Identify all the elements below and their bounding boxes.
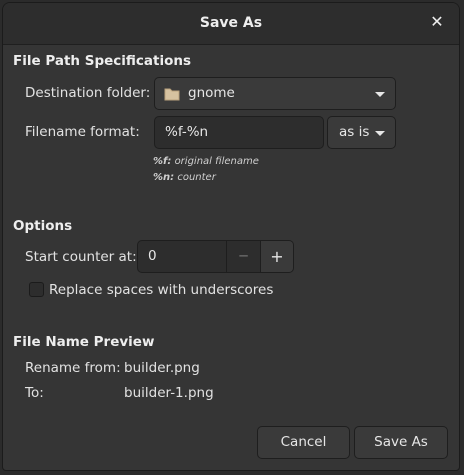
start-counter-value[interactable]: 0 xyxy=(148,248,157,264)
case-value: as is xyxy=(339,124,370,140)
start-counter-label: Start counter at: xyxy=(25,249,137,265)
rename-from-value: builder.png xyxy=(124,360,200,376)
save-as-dialog: Save As ✕ File Path Specifications Desti… xyxy=(2,2,460,471)
case-dropdown[interactable]: as is xyxy=(327,116,396,149)
to-label: To: xyxy=(25,385,44,401)
hint-counter: %n: counter xyxy=(153,172,216,183)
to-value: builder-1.png xyxy=(124,385,214,401)
start-counter-spinbutton: 0 − + xyxy=(137,240,294,273)
hint-original-filename: %f: original filename xyxy=(153,156,259,167)
destination-folder-value: gnome xyxy=(188,85,235,101)
close-icon[interactable]: ✕ xyxy=(429,14,445,30)
preview-heading: File Name Preview xyxy=(13,334,155,350)
chevron-down-icon xyxy=(375,92,385,97)
folder-icon xyxy=(164,88,180,101)
replace-spaces-label[interactable]: Replace spaces with underscores xyxy=(49,282,273,298)
filename-format-label: Filename format: xyxy=(25,124,140,140)
options-heading: Options xyxy=(13,218,73,234)
save-as-button[interactable]: Save As xyxy=(354,426,448,459)
cancel-button[interactable]: Cancel xyxy=(257,426,350,459)
chevron-down-icon xyxy=(375,131,385,136)
destination-folder-combo[interactable]: gnome xyxy=(154,77,396,110)
destination-folder-label: Destination folder: xyxy=(25,85,151,101)
decrement-button[interactable]: − xyxy=(227,241,260,272)
rename-from-label: Rename from: xyxy=(25,360,121,376)
replace-spaces-checkbox[interactable] xyxy=(29,282,44,297)
increment-button[interactable]: + xyxy=(261,241,293,272)
filename-format-input[interactable]: %f-%n xyxy=(154,116,324,149)
dialog-title: Save As xyxy=(199,15,263,31)
filename-format-value: %f-%n xyxy=(165,124,209,140)
titlebar: Save As ✕ xyxy=(3,3,459,45)
file-path-heading: File Path Specifications xyxy=(13,53,192,69)
